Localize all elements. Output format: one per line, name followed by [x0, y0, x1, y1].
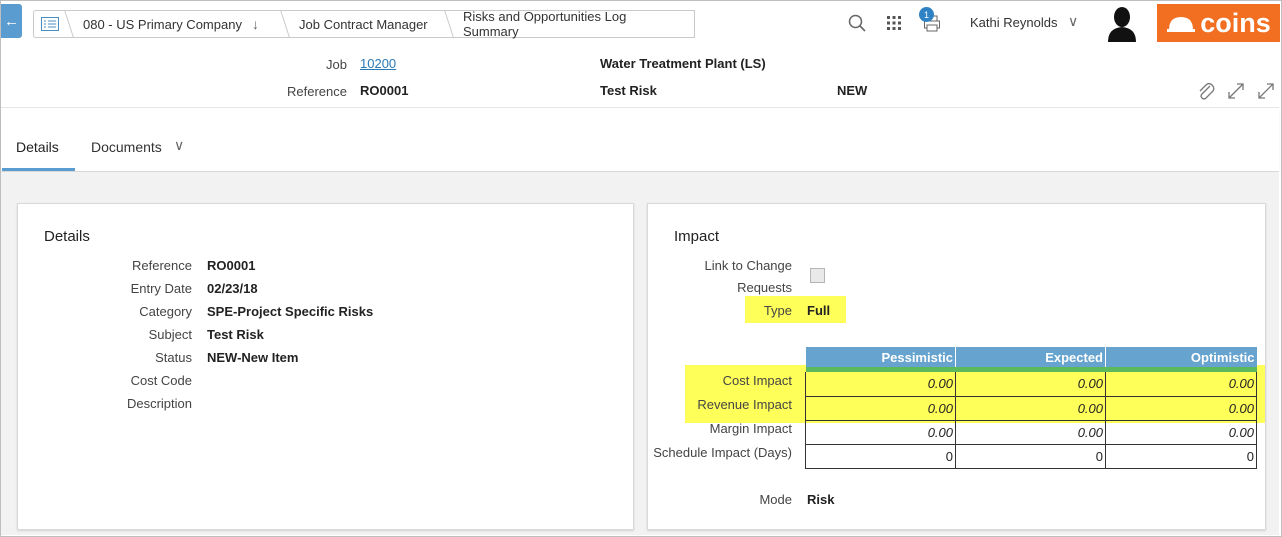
user-silhouette-icon — [1108, 7, 1136, 42]
link-to-change-label-line1: Link to Change — [704, 258, 792, 273]
details-subject-label: Subject — [148, 327, 192, 342]
margin-impact-label: Margin Impact — [709, 421, 792, 436]
margin-optimistic[interactable]: 0.00 — [1105, 420, 1257, 445]
type-label: Type — [763, 303, 792, 318]
impact-table: Pessimistic Expected Optimistic 0.00 0.0… — [805, 347, 1257, 469]
details-status-value: NEW-New Item — [207, 350, 299, 365]
list-icon — [40, 17, 59, 31]
schedule-pessimistic[interactable]: 0 — [805, 444, 956, 469]
breadcrumb-company[interactable]: 080 - US Primary Company ↓ — [65, 10, 281, 38]
status-badge: NEW — [837, 83, 868, 98]
breadcrumb-module[interactable]: Job Contract Manager — [281, 10, 445, 38]
details-category-value: SPE-Project Specific Risks — [207, 304, 374, 319]
menu-list-button[interactable] — [33, 10, 65, 38]
col-pessimistic: Pessimistic — [805, 347, 956, 367]
details-status-label: Status — [155, 350, 192, 365]
impact-title: Impact — [674, 228, 720, 245]
tab-bar — [1, 108, 1279, 172]
cost-impact-label: Cost Impact — [722, 373, 792, 388]
job-label: Job — [326, 57, 347, 72]
breadcrumb-page-label: Risks and Opportunities Log Summary — [463, 9, 627, 39]
breadcrumb: 080 - US Primary Company ↓ Job Contract … — [33, 9, 695, 39]
avatar[interactable] — [1106, 6, 1138, 42]
paperclip-icon[interactable] — [1195, 80, 1217, 102]
schedule-expected[interactable]: 0 — [955, 444, 1106, 469]
col-optimistic: Optimistic — [1105, 347, 1257, 367]
revenue-impact-label: Revenue Impact — [697, 397, 792, 412]
hardhat-icon — [1167, 17, 1196, 32]
margin-expected[interactable]: 0.00 — [955, 420, 1106, 445]
link-to-change-label-line2: Requests — [737, 280, 792, 295]
mode-label: Mode — [759, 492, 792, 507]
print-count-badge: 1 — [919, 7, 934, 22]
details-title: Details — [44, 228, 90, 245]
arrow-down-icon: ↓ — [251, 16, 259, 32]
details-subject-value: Test Risk — [207, 327, 264, 342]
table-row: 0 0 0 — [805, 444, 1257, 469]
type-value: Full — [807, 303, 831, 318]
logo-text: coins — [1200, 7, 1271, 38]
expand-icon[interactable] — [1225, 80, 1247, 102]
breadcrumb-page[interactable]: Risks and Opportunities Log Summary — [445, 9, 695, 39]
table-row: 0.00 0.00 0.00 — [805, 372, 1257, 397]
link-to-change-checkbox[interactable] — [810, 268, 825, 283]
table-row: 0.00 0.00 0.00 — [805, 396, 1257, 421]
schedule-impact-label: Schedule Impact (Days) — [653, 445, 792, 460]
cost-optimistic[interactable]: 0.00 — [1105, 372, 1257, 397]
cost-pessimistic[interactable]: 0.00 — [805, 372, 956, 397]
user-name[interactable]: Kathi Reynolds — [970, 15, 1057, 30]
search-icon[interactable] — [846, 12, 868, 34]
details-panel — [17, 203, 634, 530]
margin-pessimistic[interactable]: 0.00 — [805, 420, 956, 445]
chevron-down-icon[interactable]: ∨ — [1068, 13, 1078, 30]
details-entry-date-label: Entry Date — [130, 281, 192, 296]
mode-value: Risk — [807, 492, 835, 507]
job-name: Water Treatment Plant (LS) — [600, 56, 766, 71]
arrow-left-icon: ← — [4, 12, 19, 30]
breadcrumb-company-label: 080 - US Primary Company — [83, 16, 242, 32]
revenue-optimistic[interactable]: 0.00 — [1105, 396, 1257, 421]
cost-expected[interactable]: 0.00 — [955, 372, 1106, 397]
breadcrumb-module-label: Job Contract Manager — [299, 16, 428, 32]
active-tab-indicator — [2, 168, 75, 171]
details-cost-code-label: Cost Code — [130, 373, 192, 388]
revenue-pessimistic[interactable]: 0.00 — [805, 396, 956, 421]
details-reference-value: RO0001 — [207, 258, 256, 273]
schedule-optimistic[interactable]: 0 — [1105, 444, 1257, 469]
details-reference-label: Reference — [132, 258, 192, 273]
reference-label: Reference — [287, 84, 347, 99]
reference-value: RO0001 — [360, 83, 409, 98]
job-link[interactable]: 10200 — [360, 56, 396, 71]
apps-grid-icon[interactable] — [883, 12, 905, 34]
chevron-down-icon[interactable]: ∨ — [174, 137, 184, 154]
details-entry-date-value: 02/23/18 — [207, 281, 258, 296]
tab-details[interactable]: Details — [16, 139, 59, 155]
table-row: 0.00 0.00 0.00 — [805, 420, 1257, 445]
back-button[interactable]: ← — [1, 4, 22, 38]
reference-name: Test Risk — [600, 83, 657, 98]
coins-logo: coins — [1157, 4, 1280, 42]
details-category-label: Category — [139, 304, 192, 319]
col-expected: Expected — [955, 347, 1106, 367]
job-number[interactable]: 10200 — [360, 56, 396, 71]
fullscreen-icon[interactable] — [1255, 80, 1277, 102]
details-description-label: Description — [126, 396, 192, 411]
revenue-expected[interactable]: 0.00 — [955, 396, 1106, 421]
tab-documents[interactable]: Documents — [91, 139, 162, 155]
